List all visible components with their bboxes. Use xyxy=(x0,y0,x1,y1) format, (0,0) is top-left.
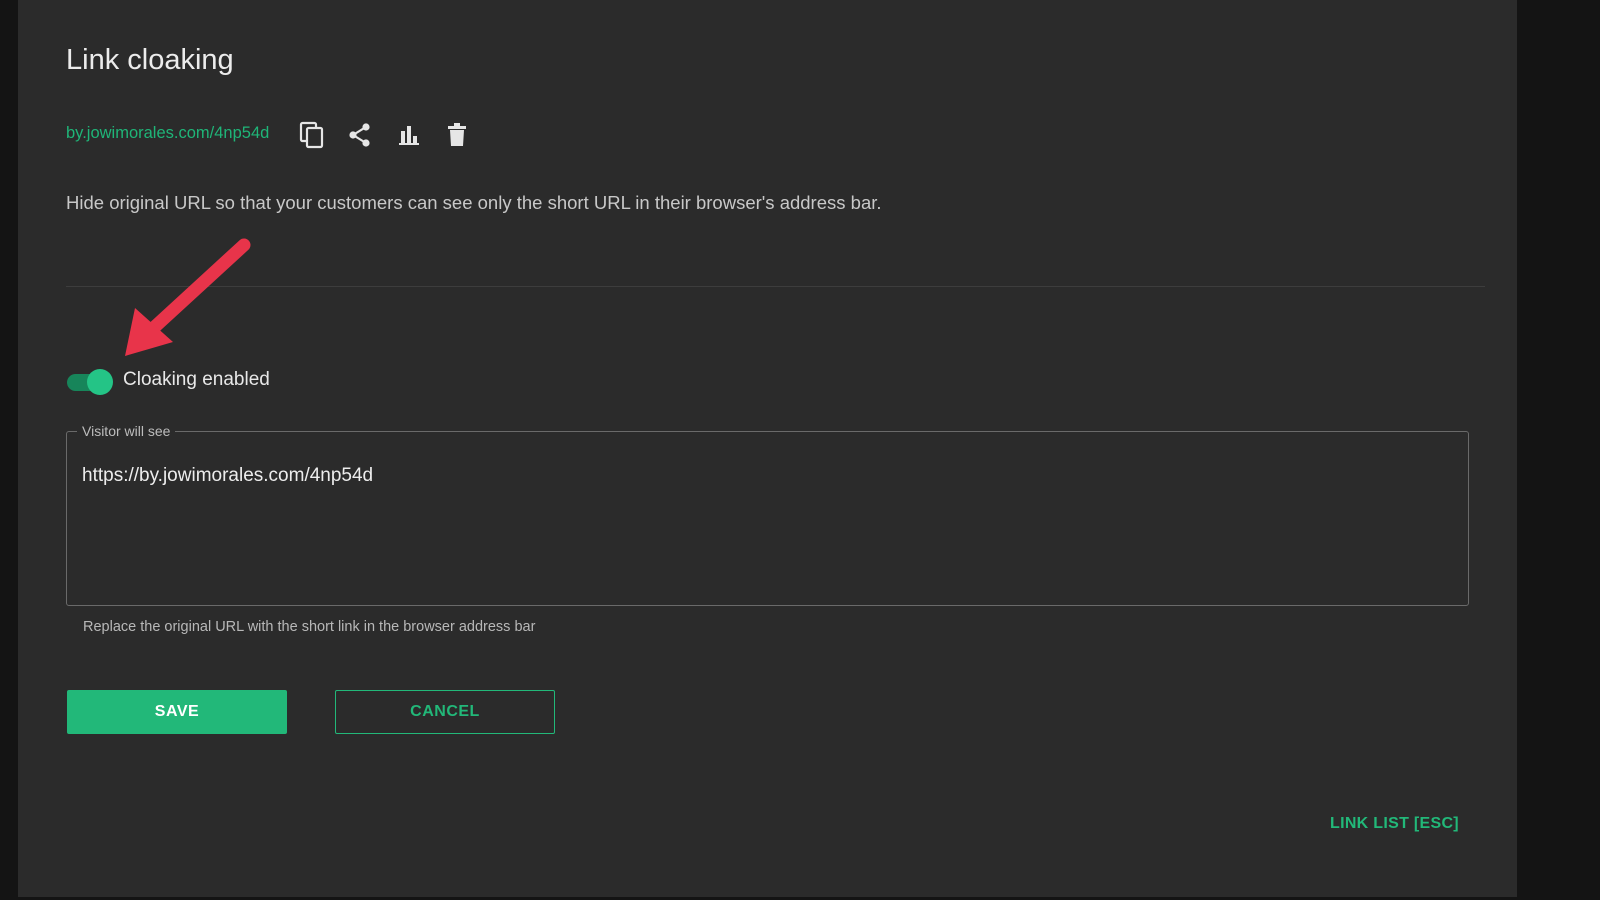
save-button[interactable]: SAVE xyxy=(67,690,287,734)
visitor-field-legend: Visitor will see xyxy=(82,423,171,439)
stats-button[interactable] xyxy=(393,119,425,151)
link-cloaking-panel: Link cloaking by.jowimorales.com/4np54d xyxy=(18,0,1517,897)
cancel-button[interactable]: CANCEL xyxy=(335,690,555,734)
link-list-link[interactable]: LINK LIST [ESC] xyxy=(1330,815,1459,833)
toggle-thumb xyxy=(87,369,113,395)
description-text: Hide original URL so that your customers… xyxy=(66,192,882,213)
page-title: Link cloaking xyxy=(66,44,234,76)
short-link[interactable]: by.jowimorales.com/4np54d xyxy=(66,124,269,143)
visitor-field-helper-text: Replace the original URL with the short … xyxy=(83,619,536,635)
cloaking-toggle[interactable] xyxy=(67,369,113,395)
bar-chart-icon xyxy=(397,123,421,147)
visitor-url-input[interactable]: https://by.jowimorales.com/4np54d xyxy=(82,465,373,487)
share-icon xyxy=(347,122,373,148)
delete-button[interactable] xyxy=(441,119,473,151)
divider xyxy=(66,286,1485,287)
screen: Link cloaking by.jowimorales.com/4np54d xyxy=(0,0,1600,900)
annotation-arrow-icon xyxy=(125,238,251,356)
visitor-will-see-field: Visitor will see https://by.jowimorales.… xyxy=(66,423,1469,606)
copy-button[interactable] xyxy=(296,119,328,151)
cloaking-toggle-label: Cloaking enabled xyxy=(123,369,270,390)
share-button[interactable] xyxy=(344,119,376,151)
trash-icon xyxy=(445,122,469,148)
copy-icon xyxy=(299,121,325,149)
